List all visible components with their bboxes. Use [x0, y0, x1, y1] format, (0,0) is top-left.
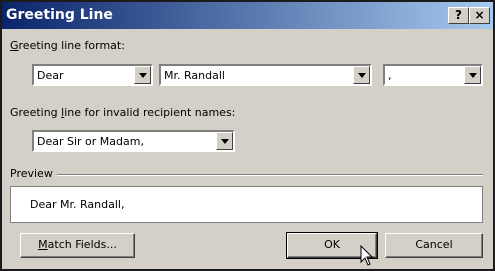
greeting-format-mnemonic: G — [10, 39, 19, 52]
close-button[interactable]: × — [469, 7, 490, 24]
cancel-button[interactable]: Cancel — [385, 233, 483, 258]
chevron-down-icon[interactable] — [216, 132, 233, 150]
help-button[interactable]: ? — [448, 7, 469, 24]
salutation-dropdown[interactable]: Dear — [32, 64, 153, 86]
greeting-format-label-text: reeting line format: — [18, 39, 125, 52]
chevron-down-icon[interactable] — [134, 66, 151, 84]
dialog-title: Greeting Line — [6, 7, 113, 23]
invalid-names-label: Greeting line for invalid recipient name… — [10, 106, 235, 119]
preview-text: Dear Mr. Randall, — [30, 198, 125, 211]
preview-label: Preview — [10, 167, 57, 180]
match-fields-button[interactable]: Match Fields... — [20, 233, 135, 258]
invalid-names-value: Dear Sir or Madam, — [37, 135, 144, 148]
punctuation-value: , — [388, 69, 392, 82]
name-format-value: Mr. Randall — [164, 69, 225, 82]
chevron-down-icon[interactable] — [464, 66, 481, 84]
title-bar: Greeting Line ? × — [2, 2, 493, 29]
invalid-names-label-pre: Greeting — [10, 106, 62, 119]
preview-divider — [10, 174, 483, 176]
match-fields-mnemonic: M — [38, 238, 48, 251]
greeting-line-dialog: Greeting Line ? × Greeting line format: … — [0, 0, 495, 271]
invalid-names-label-rest: ine for invalid recipient names: — [64, 106, 236, 119]
chevron-down-icon[interactable] — [353, 66, 370, 84]
salutation-value: Dear — [37, 69, 64, 82]
name-format-dropdown[interactable]: Mr. Randall — [159, 64, 372, 86]
match-fields-label: atch Fields... — [47, 238, 117, 251]
greeting-format-label: Greeting line format: — [10, 39, 125, 52]
invalid-names-dropdown[interactable]: Dear Sir or Madam, — [32, 130, 235, 152]
preview-box: Dear Mr. Randall, — [10, 186, 483, 223]
mouse-cursor-icon — [360, 245, 374, 266]
punctuation-dropdown[interactable]: , — [383, 64, 483, 86]
